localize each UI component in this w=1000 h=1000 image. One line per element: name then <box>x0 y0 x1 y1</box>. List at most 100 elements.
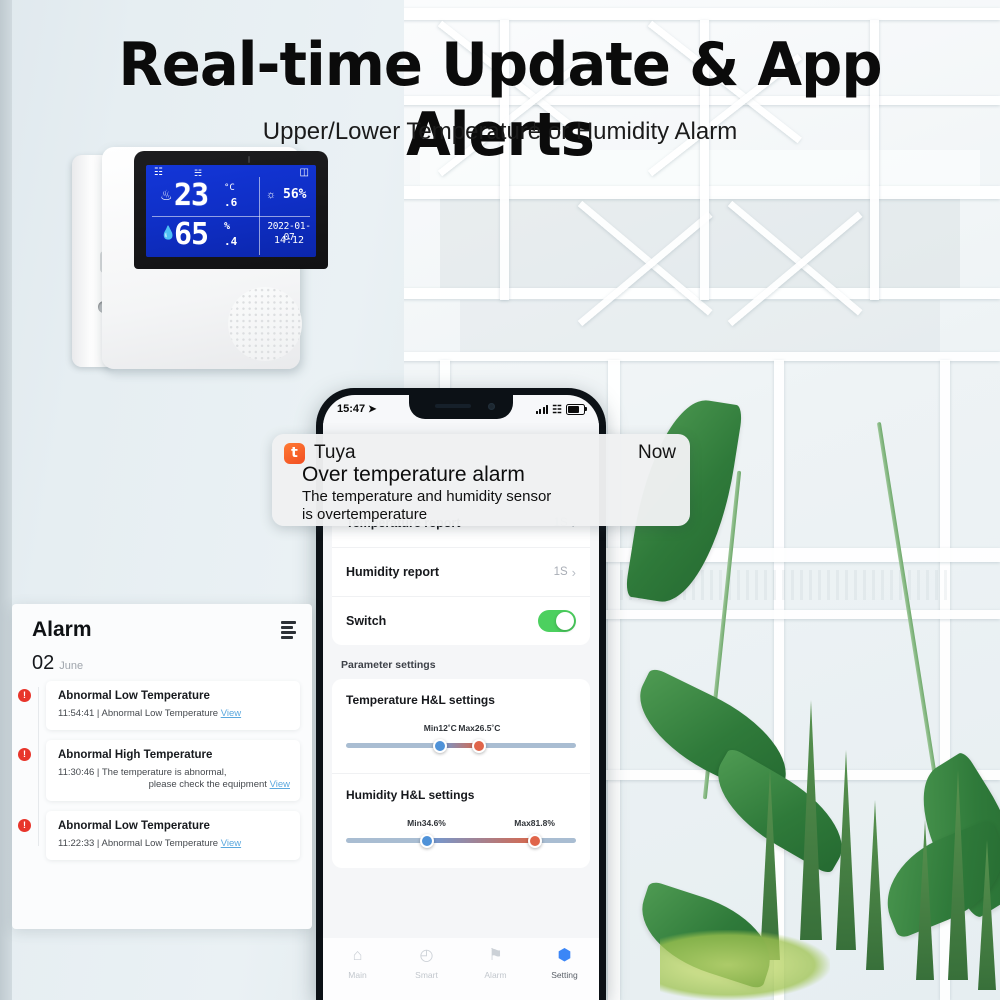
temperature-slider-track[interactable] <box>346 738 576 753</box>
device-lcd-screen: ☷ ☵ ◫ ♨ 💧 23 °C .6 ☼ 56% 65 % .4 2022-01… <box>146 165 316 257</box>
sensor-device: ☷ ☵ ◫ ♨ 💧 23 °C .6 ☼ 56% 65 % .4 2022-01… <box>72 147 328 369</box>
view-link[interactable]: View <box>221 838 241 849</box>
temperature-max-label: Max26.5˚C <box>458 723 501 733</box>
tab-label: Setting <box>551 970 578 980</box>
tuya-app-icon: t <box>284 442 305 464</box>
alarm-panel-title: Alarm <box>32 618 92 641</box>
tab-label: Main <box>348 970 367 980</box>
notification-title: Over temperature alarm <box>302 463 525 486</box>
device-speaker-grille <box>228 287 302 361</box>
sun-icon: ☼ <box>266 189 277 201</box>
temperature-hl-block: Temperature H&L settings Min12˚C Max26.5… <box>332 679 590 774</box>
parameter-settings-heading: Parameter settings <box>341 659 436 671</box>
wall-edge <box>0 0 12 1000</box>
tab-main[interactable]: ⌂ Main <box>323 946 392 980</box>
alarm-item-title: Abnormal Low Temperature <box>58 820 210 832</box>
tab-label: Smart <box>415 970 438 980</box>
humidity-min-thumb[interactable] <box>419 833 434 848</box>
alert-icon: ! <box>18 819 31 832</box>
temperature-max-thumb[interactable] <box>472 738 487 753</box>
earpiece-speaker <box>435 404 471 408</box>
notification-time: Now <box>637 442 676 463</box>
notification-body-line1: The temperature and humidity sensor <box>302 488 552 505</box>
view-link[interactable]: View <box>270 779 290 790</box>
view-link[interactable]: View <box>221 708 241 719</box>
lcd-temperature-decimal: .6 <box>224 196 238 209</box>
humidity-slider-labels: Min34.6% Max81.8% <box>346 818 576 832</box>
filter-list-icon[interactable] <box>281 621 296 639</box>
bell-icon: ⚑ <box>488 947 503 964</box>
lcd-humidity-value: 65 <box>174 217 209 252</box>
tab-smart[interactable]: ◴ Smart <box>392 946 461 980</box>
battery-icon: ◫ <box>299 167 309 178</box>
tab-alarm[interactable]: ⚑ Alarm <box>461 946 530 980</box>
alarm-item-title: Abnormal Low Temperature <box>58 690 210 702</box>
alarm-item-separator: | <box>96 708 100 719</box>
alert-icon: ! <box>18 748 31 761</box>
row-value: 1S <box>553 566 568 578</box>
alert-icon: ! <box>18 689 31 702</box>
bottom-tab-bar: ⌂ Main ◴ Smart ⚑ Alarm ⬢ Setting <box>323 938 599 1000</box>
push-notification[interactable]: t Tuya Now Over temperature alarm The te… <box>272 434 690 526</box>
front-camera <box>488 403 495 410</box>
gear-icon: ⬢ <box>557 947 572 964</box>
wifi-icon: ☷ <box>154 167 163 178</box>
list-item[interactable]: ! Abnormal Low Temperature 11:54:41 | Ab… <box>18 681 300 730</box>
alarm-card[interactable]: Abnormal High Temperature 11:30:46 | The… <box>46 740 300 801</box>
temperature-min-thumb[interactable] <box>433 738 448 753</box>
switch-toggle[interactable] <box>538 610 576 632</box>
notification-app-name: Tuya <box>314 442 356 463</box>
row-label: Switch <box>346 614 387 628</box>
humidity-hl-title: Humidity H&L settings <box>346 788 475 802</box>
lcd-humidity-decimal: .4 <box>224 235 238 248</box>
alarm-item-desc: Abnormal Low Temperature <box>101 708 219 719</box>
page-subtitle: Upper/Lower Temperature or Humidity Alar… <box>262 118 738 145</box>
alarm-item-detail: 11:54:41 | Abnormal Low Temperature View <box>58 708 290 720</box>
temperature-min-label: Min12˚C <box>423 723 457 733</box>
temperature-range-slider[interactable]: Min12˚C Max26.5˚C <box>346 723 576 757</box>
alarm-item-title: Abnormal High Temperature <box>58 749 213 761</box>
device-body: ☷ ☵ ◫ ♨ 💧 23 °C .6 ☼ 56% 65 % .4 2022-01… <box>102 147 328 369</box>
alarm-panel-header: Alarm <box>12 604 312 646</box>
statusbar-time: 15:47 <box>337 403 366 415</box>
temperature-slider-labels: Min12˚C Max26.5˚C <box>346 723 576 737</box>
alarm-item-detail: 11:22:33 | Abnormal Low Temperature View <box>58 838 290 850</box>
humidity-slider-track[interactable] <box>346 833 576 848</box>
lcd-humidity-unit: % <box>224 221 231 232</box>
alarm-panel: Alarm 02 June ! Abnormal Low Temperature… <box>12 604 312 929</box>
alarm-item-desc: Abnormal Low Temperature <box>101 838 219 849</box>
alarm-item-desc2: please check the equipment <box>148 779 267 790</box>
home-icon: ⌂ <box>352 947 363 964</box>
lcd-temperature-value: 23 <box>174 178 209 213</box>
row-humidity-report[interactable]: Humidity report 1S › <box>332 548 590 597</box>
alarm-item-separator: | <box>96 767 100 778</box>
row-value-group: 1S › <box>554 565 576 580</box>
screenshot-stage: Real-time Update & App Alerts Upper/Lowe… <box>0 0 1000 1000</box>
wifi-icon: ☷ <box>552 403 562 416</box>
alarm-item-time: 11:30:46 <box>58 767 95 778</box>
humidity-max-thumb[interactable] <box>527 833 542 848</box>
alarm-item-desc: The temperature is abnormal, <box>101 767 227 778</box>
tab-label: Alarm <box>484 970 507 980</box>
device-indicator-dot <box>248 156 250 163</box>
thermometer-icon: ♨ <box>160 187 173 203</box>
phone-notch <box>409 395 513 419</box>
notification-header: t Tuya Now <box>284 442 676 464</box>
alarm-item-separator: | <box>96 838 100 849</box>
parameter-settings-card: Temperature H&L settings Min12˚C Max26.5… <box>332 679 590 868</box>
humidity-range-slider[interactable]: Min34.6% Max81.8% <box>346 818 576 852</box>
lcd-comfort-value: 56% <box>283 187 307 202</box>
cellular-signal-icon <box>535 404 549 414</box>
alarm-date-month: June <box>59 660 84 672</box>
alarm-item-detail-line2: please check the equipment View <box>58 779 290 791</box>
battery-icon <box>566 403 587 415</box>
alarm-item-time: 11:54:41 <box>58 708 95 719</box>
alarm-list: ! Abnormal Low Temperature 11:54:41 | Ab… <box>12 681 312 860</box>
list-item[interactable]: ! Abnormal Low Temperature 11:22:33 | Ab… <box>18 811 300 860</box>
alarm-card[interactable]: Abnormal Low Temperature 11:54:41 | Abno… <box>46 681 300 730</box>
tab-setting[interactable]: ⬢ Setting <box>530 946 599 980</box>
temperature-hl-title: Temperature H&L settings <box>346 693 495 707</box>
alarm-card[interactable]: Abnormal Low Temperature 11:22:33 | Abno… <box>46 811 300 860</box>
row-switch[interactable]: Switch <box>332 597 590 645</box>
list-item[interactable]: ! Abnormal High Temperature 11:30:46 | T… <box>18 740 300 801</box>
